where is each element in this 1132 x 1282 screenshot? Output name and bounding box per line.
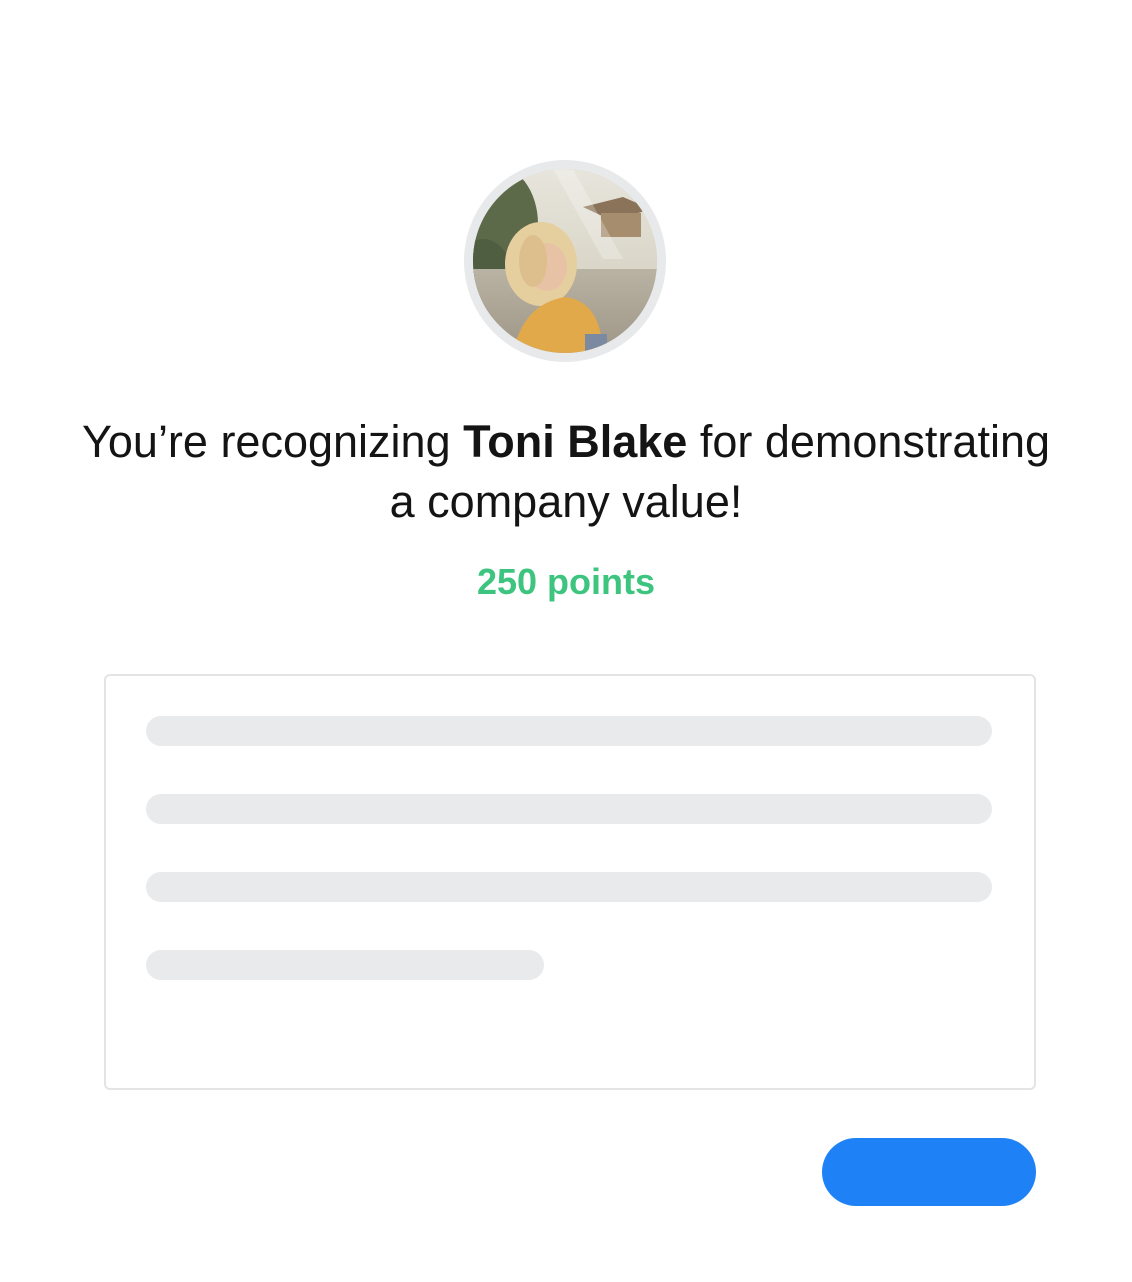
headline-prefix: You’re recognizing (82, 416, 464, 467)
recipient-name: Toni Blake (463, 416, 688, 467)
skeleton-line (146, 716, 992, 746)
skeleton-line (146, 872, 992, 902)
avatar-photo (473, 169, 657, 353)
recognition-headline: You’re recognizing Toni Blake for demons… (66, 412, 1066, 532)
avatar (473, 169, 657, 353)
skeleton-line (146, 794, 992, 824)
skeleton-line (146, 950, 544, 980)
points-value: 250 points (476, 561, 656, 602)
submit-button[interactable] (822, 1138, 1036, 1206)
avatar-ring (464, 160, 666, 362)
recognition-message-box[interactable] (104, 674, 1036, 1090)
